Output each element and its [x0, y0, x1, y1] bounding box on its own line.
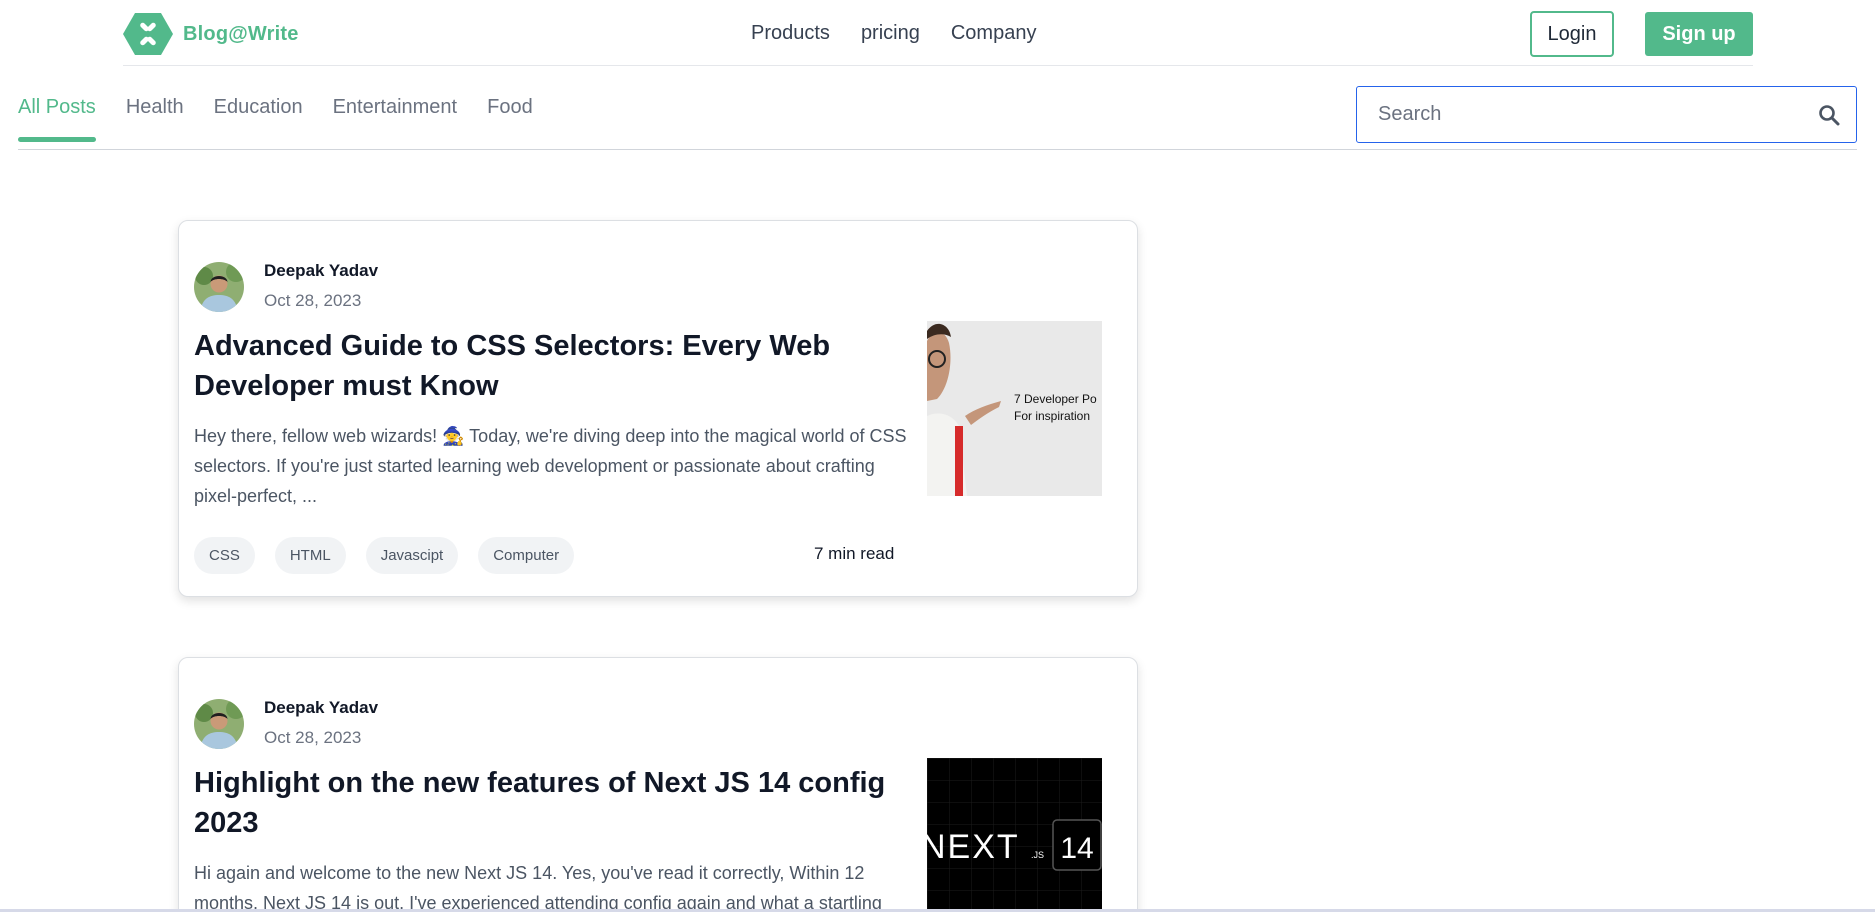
tag-chip[interactable]: CSS — [194, 537, 255, 574]
brand-logo[interactable]: Blog@Write — [123, 12, 299, 56]
auth-buttons: Login Sign up — [1530, 11, 1753, 57]
nextjs-wordmark: NEXT — [927, 828, 1020, 866]
nav-products[interactable]: Products — [751, 22, 830, 45]
author-name[interactable]: Deepak Yadav — [264, 261, 378, 281]
signup-button[interactable]: Sign up — [1645, 12, 1753, 56]
tag-chip[interactable]: HTML — [274, 537, 346, 574]
thumbnail-caption-2: For inspiration — [1014, 409, 1090, 423]
tab-food[interactable]: Food — [487, 66, 533, 142]
post-card[interactable]: Deepak Yadav Oct 28, 2023 Highlight on t… — [178, 657, 1138, 912]
post-excerpt: Hi again and welcome to the new Next JS … — [194, 863, 882, 912]
login-button[interactable]: Login — [1530, 11, 1614, 57]
author-name[interactable]: Deepak Yadav — [264, 698, 378, 718]
post-title[interactable]: Advanced Guide to CSS Selectors: Every W… — [194, 326, 904, 406]
search-input[interactable] — [1357, 87, 1797, 142]
top-nav: Products pricing Company — [751, 0, 1036, 66]
tab-health[interactable]: Health — [126, 66, 184, 142]
author-avatar[interactable] — [194, 262, 244, 312]
post-tags: CSS HTML Javascipt Computer — [194, 537, 575, 574]
post-excerpt: Hey there, fellow web wizards! 🧙 Today, … — [194, 426, 907, 506]
nav-company[interactable]: Company — [951, 22, 1037, 45]
category-bar: All Posts Health Education Entertainment… — [18, 66, 1857, 150]
tab-education[interactable]: Education — [214, 66, 303, 142]
post-date: Oct 28, 2023 — [264, 291, 362, 310]
tag-chip[interactable]: Computer — [478, 537, 575, 574]
nextjs-version: 14 — [1060, 832, 1093, 865]
tag-chip[interactable]: Javascipt — [365, 537, 459, 574]
tab-entertainment[interactable]: Entertainment — [333, 66, 458, 142]
search-box — [1356, 86, 1857, 143]
logo-icon — [123, 13, 173, 55]
post-card[interactable]: Deepak Yadav Oct 28, 2023 Advanced Guide… — [178, 220, 1138, 597]
brand-name: Blog@Write — [183, 22, 299, 45]
post-thumbnail[interactable]: 7 Developer Po For inspiration — [927, 321, 1102, 496]
category-tabs: All Posts Health Education Entertainment… — [18, 66, 533, 142]
top-header: Blog@Write Products pricing Company Logi… — [123, 0, 1753, 66]
read-time: 7 min read — [814, 544, 895, 563]
nextjs-suffix: .JS — [1031, 850, 1044, 860]
post-title[interactable]: Highlight on the new features of Next JS… — [194, 763, 904, 843]
post-thumbnail[interactable]: NEXT .JS 14 — [927, 758, 1102, 912]
post-date: Oct 28, 2023 — [264, 728, 362, 747]
author-avatar[interactable] — [194, 699, 244, 749]
search-icon[interactable] — [1818, 104, 1840, 126]
tab-all-posts[interactable]: All Posts — [18, 66, 96, 142]
thumbnail-caption-1: 7 Developer Po — [1014, 392, 1097, 406]
nav-pricing[interactable]: pricing — [861, 22, 920, 45]
